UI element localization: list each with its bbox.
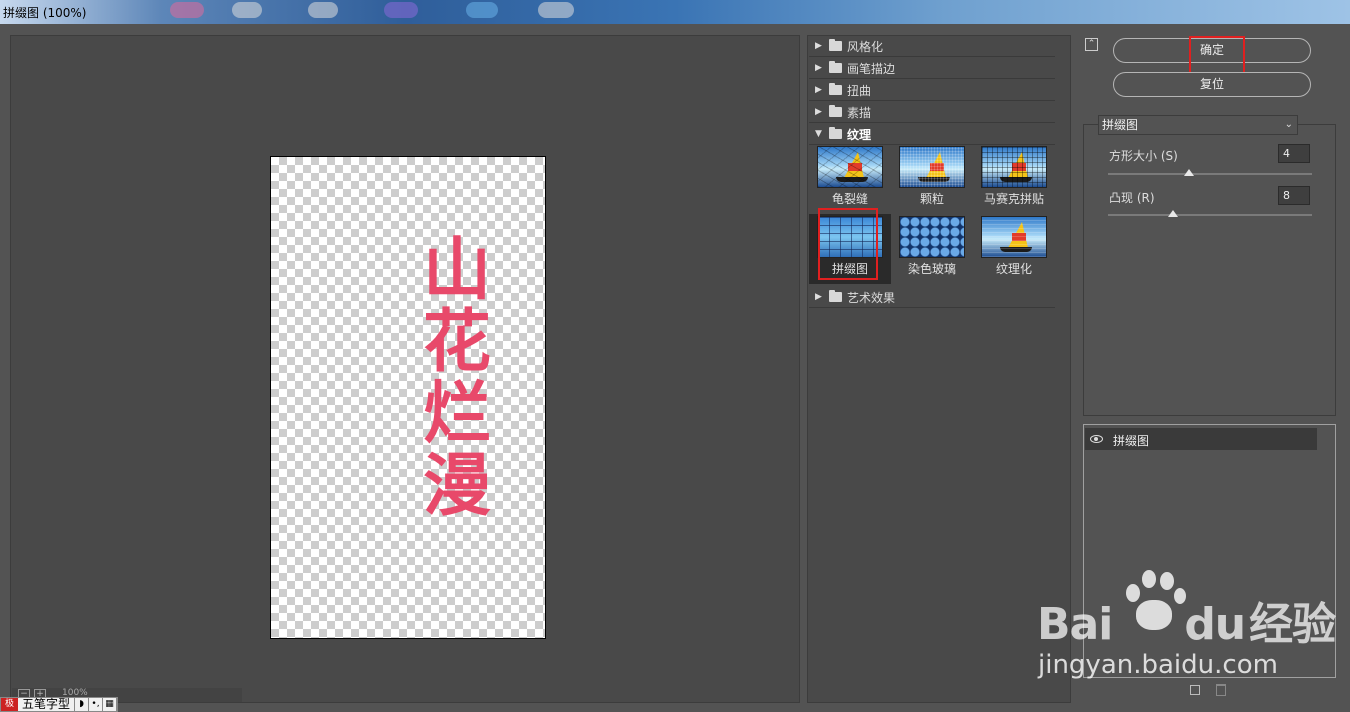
- ime-toolbar: 极 五笔字型 ◗ •, ▦: [0, 697, 119, 712]
- category-distort[interactable]: ▶ 扭曲: [809, 80, 1055, 101]
- filter-texturizer[interactable]: 纹理化: [973, 214, 1055, 284]
- filter-select[interactable]: 拼缀图 ⌄: [1098, 115, 1298, 135]
- filter-thumbnail: [899, 146, 965, 188]
- category-label: 风格化: [847, 39, 884, 54]
- text-char: 花: [422, 303, 491, 382]
- relief-slider[interactable]: [1108, 214, 1312, 216]
- param-label-square-size: 方形大小 (S): [1109, 149, 1178, 163]
- folder-icon: [829, 290, 842, 302]
- collapse-gallery-icon[interactable]: ⌃: [1085, 38, 1098, 51]
- category-label: 素描: [847, 105, 872, 120]
- text-char: 漫: [422, 447, 491, 526]
- param-label-relief: 凸现 (R): [1109, 191, 1155, 205]
- folder-icon: [829, 83, 842, 95]
- filter-thumbnail: [981, 146, 1047, 188]
- filter-gallery: ▶ 风格化 ▶ 画笔描边 ▶ 扭曲 ▶ 素描 ▼ 纹理 龟裂缝 颗粒 马赛克拼贴…: [807, 35, 1071, 703]
- filter-label: 龟裂缝: [831, 192, 868, 206]
- taskbar-glow: [538, 2, 574, 18]
- folder-icon: [829, 61, 842, 73]
- category-texture[interactable]: ▼ 纹理: [809, 124, 1055, 145]
- collapse-arrow-icon: ▼: [815, 129, 822, 139]
- category-label: 扭曲: [847, 83, 872, 98]
- preview-pane[interactable]: 山 花 烂 漫: [10, 35, 800, 703]
- taskbar-glow: [466, 2, 498, 18]
- folder-icon: [829, 105, 842, 117]
- relief-input[interactable]: 8: [1278, 186, 1310, 205]
- slider-handle[interactable]: [1184, 169, 1194, 176]
- keyboard-icon[interactable]: ▦: [103, 698, 118, 711]
- category-brush-strokes[interactable]: ▶ 画笔描边: [809, 58, 1055, 79]
- window-title: 拼缀图 (100%): [3, 6, 87, 20]
- filter-craquelure[interactable]: 龟裂缝: [809, 144, 891, 214]
- category-label: 艺术效果: [847, 290, 896, 305]
- expand-arrow-icon: ▶: [815, 41, 822, 51]
- punctuation-icon[interactable]: •,: [89, 698, 104, 711]
- ime-logo-icon[interactable]: 极: [1, 698, 18, 711]
- text-char: 山: [422, 231, 491, 310]
- filter-mosaic-tiles[interactable]: 马赛克拼贴: [973, 144, 1055, 214]
- category-label: 纹理: [847, 127, 872, 142]
- category-sketch[interactable]: ▶ 素描: [809, 102, 1055, 123]
- preview-canvas[interactable]: 山 花 烂 漫: [270, 156, 546, 639]
- filter-label: 纹理化: [995, 262, 1032, 276]
- expand-arrow-icon: ▶: [815, 292, 822, 302]
- eye-icon[interactable]: [1090, 435, 1103, 443]
- reset-button[interactable]: 复位: [1113, 72, 1311, 97]
- chevron-down-icon: ⌄: [1284, 119, 1293, 130]
- filter-params-panel: [1083, 124, 1336, 416]
- highlight-box: [1189, 36, 1245, 76]
- expand-arrow-icon: ▶: [815, 63, 822, 73]
- vertical-text: 山 花 烂 漫: [419, 235, 495, 523]
- folder-icon: [829, 127, 842, 139]
- watermark-brand: Bai du经验: [1037, 588, 1336, 652]
- effect-layer-name: 拼缀图: [1113, 434, 1150, 448]
- filter-label: 颗粒: [919, 192, 944, 206]
- filter-thumbnail: [981, 216, 1047, 258]
- title-bar: 拼缀图 (100%): [0, 0, 1350, 24]
- category-artistic[interactable]: ▶ 艺术效果: [809, 287, 1055, 308]
- category-label: 画笔描边: [847, 61, 896, 76]
- expand-arrow-icon: ▶: [815, 85, 822, 95]
- filter-label: 染色玻璃: [907, 262, 956, 276]
- slider-handle[interactable]: [1168, 210, 1178, 217]
- taskbar-glow: [170, 2, 204, 18]
- filter-label: 马赛克拼贴: [983, 192, 1044, 206]
- watermark-url: jingyan.baidu.com: [1038, 650, 1278, 680]
- folder-icon: [829, 39, 842, 51]
- watermark-du: du: [1184, 599, 1246, 650]
- filter-thumbnail: [899, 216, 965, 258]
- text-char: 烂: [422, 375, 491, 454]
- taskbar-glow: [232, 2, 262, 18]
- filter-thumbnail: [817, 146, 883, 188]
- filter-select-value: 拼缀图: [1102, 118, 1139, 132]
- square-size-slider[interactable]: [1108, 173, 1312, 175]
- watermark-bai: Bai: [1037, 599, 1113, 650]
- trash-icon[interactable]: [1216, 684, 1226, 696]
- square-size-input[interactable]: 4: [1278, 144, 1310, 163]
- taskbar-glow: [308, 2, 338, 18]
- expand-arrow-icon: ▶: [815, 107, 822, 117]
- watermark-jingyan: 经验: [1249, 599, 1336, 650]
- filter-grain[interactable]: 颗粒: [891, 144, 973, 214]
- taskbar-glow: [384, 2, 418, 18]
- highlight-box: [818, 208, 878, 280]
- filter-stained-glass[interactable]: 染色玻璃: [891, 214, 973, 284]
- category-stylize[interactable]: ▶ 风格化: [809, 36, 1055, 57]
- new-effect-layer-icon[interactable]: [1190, 685, 1200, 695]
- moon-icon[interactable]: ◗: [75, 698, 90, 711]
- ime-mode[interactable]: 五笔字型: [18, 698, 76, 711]
